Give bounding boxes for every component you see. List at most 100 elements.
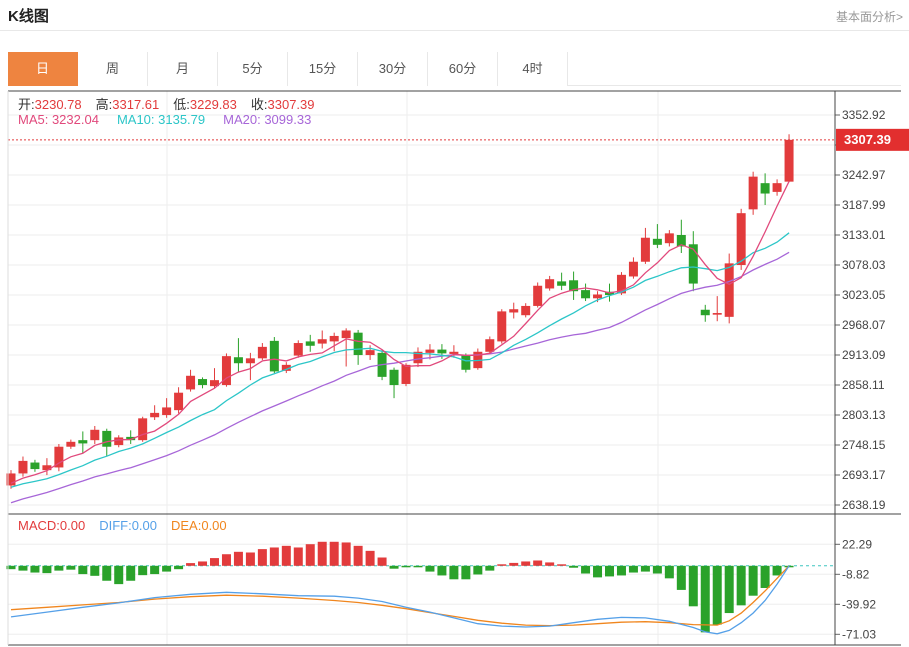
candle-body (533, 286, 542, 306)
macd-bar (701, 566, 710, 633)
candle-body (545, 279, 554, 288)
candle-body (485, 339, 494, 352)
macd-bar (102, 566, 111, 581)
macd-bar (318, 542, 327, 566)
open-label: 开: (18, 97, 35, 112)
macd-bar (390, 566, 399, 569)
macd-bar (533, 560, 542, 565)
macd-bar (258, 549, 267, 566)
diff-value: DIFF:0.00 (99, 518, 157, 533)
macd-bar (449, 566, 458, 580)
macd-bar (366, 551, 375, 566)
macd-bar (210, 558, 219, 566)
candle-body (785, 140, 794, 182)
candle-body (234, 357, 243, 363)
price-tag: 3307.39 (836, 129, 909, 151)
macd-bar (413, 566, 422, 568)
ma20-value: MA20: 3099.33 (223, 112, 311, 127)
candle-body (294, 343, 303, 356)
svg-text:-39.92: -39.92 (842, 597, 876, 611)
macd-bar (725, 566, 734, 613)
macd-bar (545, 562, 554, 565)
candle-body (270, 341, 279, 372)
macd-bar (126, 566, 135, 581)
macd-bar (138, 566, 147, 575)
low-label: 低: (173, 97, 190, 112)
candle-body (318, 339, 327, 343)
macd-bar (629, 566, 638, 573)
macd-bar (186, 563, 195, 566)
ma-info: MA5: 3232.04 MA10: 3135.79 MA20: 3099.33 (18, 112, 311, 127)
svg-text:2693.17: 2693.17 (842, 468, 886, 482)
candle-body (761, 183, 770, 193)
macd-bar (270, 547, 279, 565)
candle-body (186, 376, 195, 390)
svg-text:3023.05: 3023.05 (842, 288, 886, 302)
grid-lines (8, 91, 835, 645)
candle-body (449, 352, 458, 354)
macd-bar (593, 566, 602, 578)
macd-axis-labels: 22.29-8.82-39.92-71.03 (835, 537, 876, 641)
macd-bar (437, 566, 446, 576)
macd-bar (342, 542, 351, 565)
macd-bar (246, 552, 255, 565)
macd-bar (402, 566, 411, 568)
macd-bar (677, 566, 686, 590)
ma10-value: MA10: 3135.79 (117, 112, 205, 127)
macd-bar (665, 566, 674, 579)
macd-bar (605, 566, 614, 577)
candle-body (461, 355, 470, 370)
high-label: 高: (96, 97, 113, 112)
macd-bar (713, 566, 722, 625)
macd-bar (174, 566, 183, 569)
macd-bar (378, 558, 387, 566)
candle-body (665, 233, 674, 243)
svg-text:2913.09: 2913.09 (842, 348, 886, 362)
macd-bar (521, 561, 530, 565)
candle-body (437, 350, 446, 354)
ma-lines (11, 181, 789, 502)
macd-bar (689, 566, 698, 607)
y-axis-labels: 3352.923297.943242.973187.993133.013078.… (835, 108, 886, 512)
dea-value: DEA:0.00 (171, 518, 227, 533)
macd-bar (66, 566, 75, 570)
macd-bar (54, 566, 63, 571)
candle-body (773, 183, 782, 192)
macd-bar (42, 566, 51, 573)
macd-bar (150, 566, 159, 574)
close-label: 收: (251, 97, 268, 112)
candle-body (78, 440, 87, 443)
candle-body (701, 310, 710, 315)
svg-text:3187.99: 3187.99 (842, 198, 886, 212)
candle-body (306, 341, 315, 345)
macd-bar (509, 563, 518, 566)
candle-body (497, 311, 506, 341)
macd-bar (114, 566, 123, 584)
macd-bar (773, 566, 782, 576)
macd-bar (162, 566, 171, 572)
macd-bar (653, 566, 662, 574)
candle-body (653, 239, 662, 245)
candle-body (162, 407, 171, 415)
candle-body (342, 330, 351, 338)
macd-pane (7, 542, 836, 634)
candle-body (593, 294, 602, 298)
svg-text:3133.01: 3133.01 (842, 228, 886, 242)
macd-bar (78, 566, 87, 574)
candle-body (713, 313, 722, 315)
svg-text:2638.19: 2638.19 (842, 498, 886, 512)
macd-bar (282, 546, 291, 566)
macd-bar (425, 566, 434, 572)
candle-body (18, 461, 27, 474)
candle-body (737, 213, 746, 265)
macd-bar (581, 566, 590, 574)
svg-text:3307.39: 3307.39 (844, 132, 891, 147)
macd-bar (617, 566, 626, 576)
close-value: 3307.39 (268, 97, 315, 112)
candle-body (521, 306, 530, 315)
candle-body (198, 379, 207, 385)
macd-bar (749, 566, 758, 596)
macd-bar (198, 561, 207, 565)
candle-body (354, 333, 363, 355)
candle-body (90, 430, 99, 440)
